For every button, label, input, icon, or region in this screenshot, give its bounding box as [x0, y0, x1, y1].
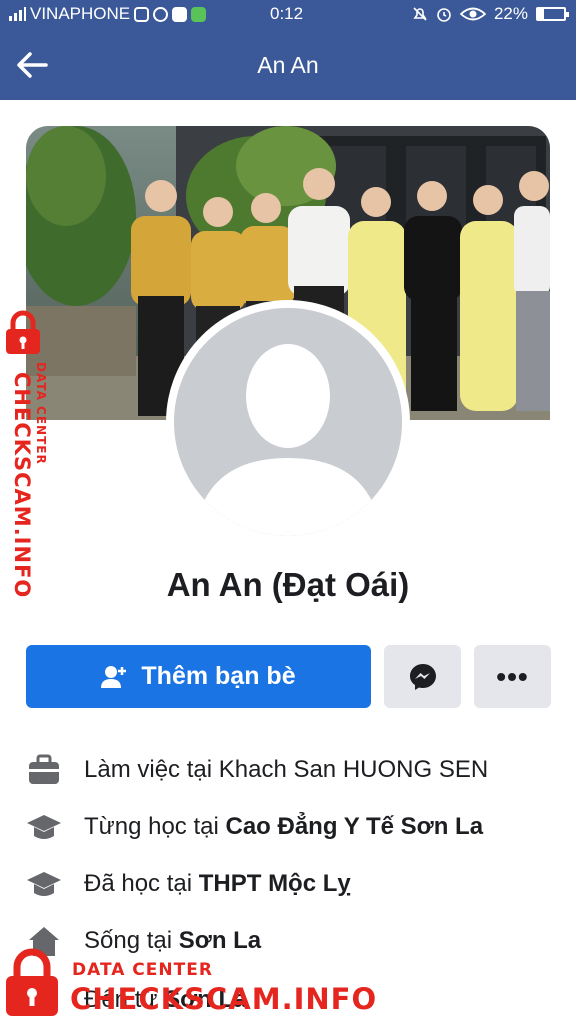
- school-place[interactable]: THPT Mộc Lỵ: [199, 870, 351, 898]
- watermark-brand: CHECKSCAM.INFO: [70, 982, 378, 1016]
- watermark-tag: DATA CENTER: [72, 960, 213, 980]
- default-avatar-icon: [174, 308, 402, 536]
- add-friend-label: Thêm bạn bè: [141, 662, 296, 690]
- lock-icon: [6, 310, 40, 354]
- info-studied: Từng học tại Cao Đẳng Y Tế Sơn La: [26, 807, 483, 847]
- battery-percent: 22%: [493, 4, 528, 23]
- messenger-icon: [153, 6, 169, 22]
- work-place[interactable]: Khach San HUONG SEN: [219, 756, 488, 784]
- carrier-name: VINAPHONE: [30, 4, 131, 23]
- message-icon: [191, 6, 207, 22]
- status-bar: VINAPHONE 0:12 22%: [0, 0, 576, 30]
- signal-icon: [9, 7, 26, 21]
- add-friend-icon: [101, 665, 127, 688]
- more-options-button[interactable]: •••: [474, 645, 551, 708]
- eye-icon: [459, 7, 486, 21]
- title-bar: An An: [0, 30, 576, 100]
- briefcase-icon: [29, 754, 59, 784]
- school-prefix: Đã học tại: [84, 870, 193, 897]
- page-title: An An: [257, 52, 319, 78]
- clock: 0:12: [270, 4, 304, 23]
- profile-avatar[interactable]: [166, 300, 410, 544]
- studied-prefix: Từng học tại: [84, 813, 219, 840]
- lock-icon: [6, 948, 58, 1016]
- messenger-icon: [409, 663, 436, 690]
- mute-icon: [413, 7, 427, 21]
- battery-level: [538, 9, 544, 19]
- message-button[interactable]: [384, 645, 461, 708]
- studied-place[interactable]: Cao Đẳng Y Tế Sơn La: [225, 813, 483, 841]
- info-work: Làm việc tại Khach San HUONG SEN: [26, 750, 488, 790]
- watermark-brand-vertical: CHECKSCAM.INFO: [10, 372, 34, 599]
- watermark-tag-vertical: DATA CENTER: [34, 362, 48, 465]
- alarm-icon: [437, 8, 451, 22]
- info-school: Đã học tại THPT Mộc Lỵ: [26, 864, 351, 904]
- battery-icon: [536, 7, 569, 21]
- add-friend-button[interactable]: Thêm bạn bè: [26, 645, 371, 708]
- info-lives: Sống tại Sơn La: [26, 921, 261, 961]
- instagram-icon: [134, 6, 150, 22]
- more-icon: •••: [496, 660, 529, 692]
- lives-place[interactable]: Sơn La: [179, 927, 261, 955]
- lives-prefix: Sống tại: [84, 927, 173, 954]
- chat-icon: [172, 6, 188, 22]
- graduation-cap-icon: [27, 815, 61, 839]
- graduation-cap-icon: [27, 872, 61, 896]
- profile-name: An An (Đạt Oái): [166, 566, 410, 603]
- work-prefix: Làm việc tại: [84, 756, 213, 783]
